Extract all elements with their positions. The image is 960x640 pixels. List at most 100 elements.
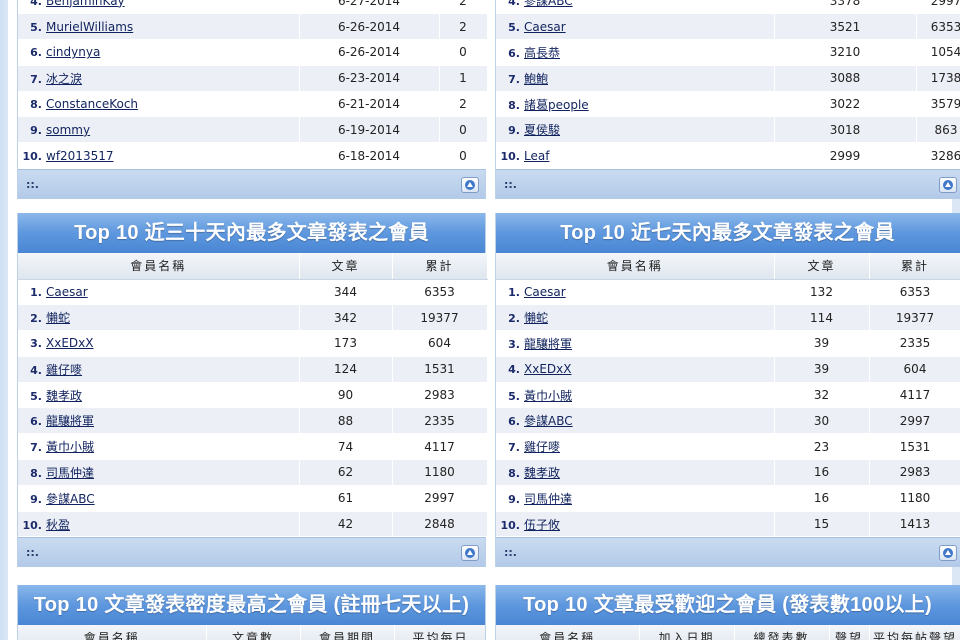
rank-number: 8. (30, 98, 42, 112)
member-link[interactable]: 魏孝政 (524, 466, 560, 480)
value-cell-posts: 16 (774, 485, 870, 512)
member-link[interactable]: 龍驤將軍 (46, 414, 94, 428)
value-cell-total: 19377 (869, 304, 960, 332)
member-cell: 7. 鮑鮑 (496, 65, 775, 92)
rank-number: 4. (508, 363, 520, 377)
back-to-top-button[interactable] (939, 545, 957, 562)
value-cell-total: 1180 (392, 459, 488, 486)
table-row: 6. cindynya 6-26-2014 0 (18, 39, 488, 66)
member-link[interactable]: 參謀ABC (524, 414, 573, 428)
rank-number: 4. (30, 363, 42, 377)
member-link[interactable]: 夏侯駿 (524, 123, 560, 137)
member-link[interactable]: MurielWilliams (46, 20, 133, 34)
col-header-total: 累計 (392, 253, 488, 280)
back-to-top-button[interactable] (461, 545, 479, 562)
value-cell-total: 2997 (869, 407, 960, 435)
member-cell: 10. Leaf (496, 142, 775, 170)
rank-number: 2. (30, 312, 42, 326)
member-link[interactable]: 雞仔嘜 (524, 440, 560, 454)
member-link[interactable]: 司馬仲達 (524, 492, 572, 506)
rank-number: 7. (30, 72, 42, 86)
member-cell: 4. 參謀ABC (496, 0, 775, 15)
member-link[interactable]: 龍驤將軍 (524, 337, 572, 351)
table-row: 8. 諸葛people 3022 3579 (496, 91, 960, 118)
col-header-total-posts: 總發表數 (734, 625, 830, 640)
member-cell: 3. 龍驤將軍 (496, 330, 775, 357)
member-link[interactable]: 參謀ABC (524, 0, 573, 8)
table-row: 3. XxEDxX 173 604 (18, 330, 488, 357)
value-cell-date: 6-18-2014 (299, 142, 440, 170)
value-cell-posts: 32 (774, 382, 870, 409)
value-cell-count: 2 (439, 91, 488, 118)
member-cell: 4. BenjaminKay (18, 0, 300, 15)
member-link[interactable]: 參謀ABC (46, 492, 95, 506)
value-cell-total: 1531 (392, 356, 488, 383)
panel-title: Top 10 文章發表密度最高之會員 (註冊七天以上) (18, 585, 485, 625)
top10-30days-table: 會員名稱 文章 累計 1. Caesar 344 6353 2. 懶蛇 342 19377 3.… (18, 253, 488, 538)
member-link[interactable]: 懶蛇 (524, 311, 548, 325)
member-link[interactable]: 諸葛people (524, 98, 589, 112)
value-cell-total: 6353 (869, 279, 960, 306)
member-link[interactable]: 高長恭 (524, 46, 560, 60)
table-row: 2. 懶蛇 114 19377 (496, 304, 960, 332)
top10-popular-panel: Top 10 文章最受歡迎之會員 (發表數100以上) 會員名稱 加入日期 總發… (495, 585, 960, 640)
rank-number: 6. (508, 415, 520, 429)
table-row: 6. 參謀ABC 30 2997 (496, 407, 960, 435)
value-cell-count: 1 (439, 65, 488, 92)
table-row: 4. BenjaminKay 6-27-2014 2 (18, 0, 488, 15)
table-row: 9. sommy 6-19-2014 0 (18, 116, 488, 144)
rank-number: 9. (30, 123, 42, 137)
value-cell-total: 1180 (869, 485, 960, 512)
member-cell: 4. 雞仔嘜 (18, 356, 300, 383)
member-link[interactable]: XxEDxX (524, 362, 571, 376)
value-cell-a: 3521 (774, 13, 917, 41)
up-arrow-circle-icon (465, 180, 475, 191)
member-link[interactable]: ConstanceKoch (46, 97, 138, 111)
member-link[interactable]: cindynya (46, 45, 100, 59)
member-link[interactable]: Caesar (524, 285, 566, 299)
rank-number: 6. (30, 46, 42, 60)
rank-number: 3. (30, 337, 42, 351)
col-header-member-period: 會員期間 (300, 625, 395, 640)
table-row: 9. 司馬仲達 16 1180 (496, 485, 960, 512)
value-cell-a: 3022 (774, 91, 917, 118)
member-link[interactable]: wf2013517 (46, 149, 113, 163)
member-link[interactable]: BenjaminKay (46, 0, 125, 8)
value-cell-a: 2999 (774, 142, 917, 170)
member-link[interactable]: 懶蛇 (46, 311, 70, 325)
member-link[interactable]: 秋盈 (46, 518, 70, 532)
member-cell: 8. 魏孝政 (496, 459, 775, 486)
member-cell: 4. XxEDxX (496, 356, 775, 383)
member-link[interactable]: 黃巾小賊 (46, 440, 94, 454)
member-link[interactable]: 伍子攸 (524, 518, 560, 532)
table-row: 8. 司馬仲達 62 1180 (18, 459, 488, 486)
value-cell-posts: 90 (299, 382, 393, 409)
table-row: 3. 龍驤將軍 39 2335 (496, 330, 960, 357)
back-to-top-button[interactable] (939, 177, 957, 194)
member-link[interactable]: 鮑鮑 (524, 72, 548, 86)
member-link[interactable]: 魏孝政 (46, 389, 82, 403)
value-cell-posts: 39 (774, 330, 870, 357)
member-cell: 2. 懶蛇 (18, 304, 300, 332)
member-link[interactable]: Caesar (524, 20, 566, 34)
back-to-top-button[interactable] (461, 177, 479, 194)
member-link[interactable]: 雞仔嘜 (46, 363, 82, 377)
footer-dots: ::. (26, 178, 39, 192)
member-cell: 8. 司馬仲達 (18, 459, 300, 486)
member-link[interactable]: XxEDxX (46, 336, 93, 350)
member-link[interactable]: 冰之淚 (46, 72, 82, 86)
member-link[interactable]: Leaf (524, 149, 549, 163)
value-cell-date: 6-26-2014 (299, 39, 440, 66)
value-cell-posts: 42 (299, 511, 393, 538)
value-cell-date: 6-21-2014 (299, 91, 440, 118)
member-link[interactable]: 黃巾小賊 (524, 389, 572, 403)
table-row: 6. 高長恭 3210 1054 (496, 39, 960, 66)
rank-number: 9. (508, 492, 520, 506)
member-link[interactable]: sommy (46, 123, 90, 137)
col-header-member-name: 會員名稱 (18, 253, 300, 280)
rank-number: 9. (30, 492, 42, 506)
member-link[interactable]: Caesar (46, 285, 88, 299)
value-cell-total: 2848 (392, 511, 488, 538)
member-link[interactable]: 司馬仲達 (46, 466, 94, 480)
col-header-posts: 文章 (299, 253, 393, 280)
